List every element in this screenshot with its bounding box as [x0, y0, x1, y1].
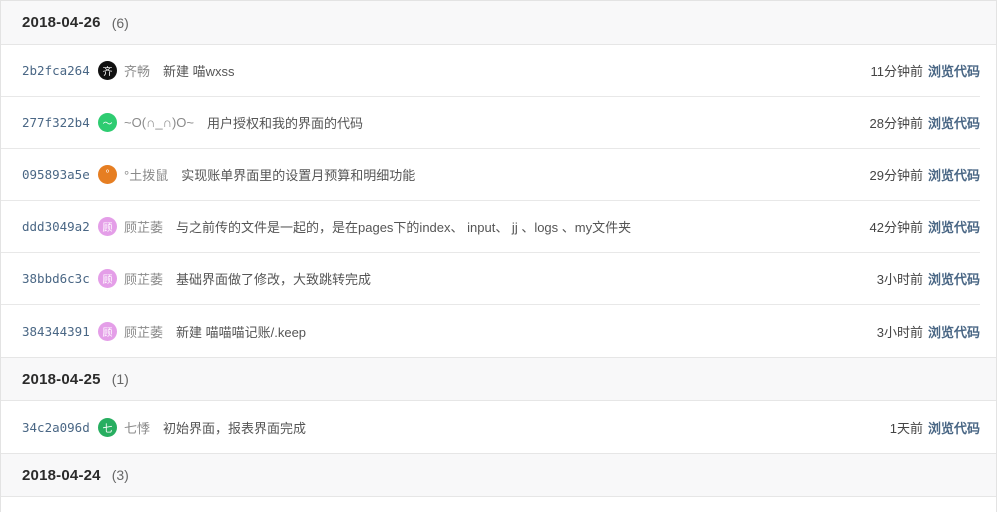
- date-group-header: 2018-04-26 (6): [1, 1, 996, 45]
- commit-message[interactable]: 初始界面，报表界面完成: [163, 418, 306, 437]
- author-name[interactable]: 顾芷萎: [124, 217, 163, 236]
- date-group-header: 2018-04-24 (3): [1, 453, 996, 497]
- group-count: (1): [111, 371, 129, 387]
- browse-code-link[interactable]: 浏览代码: [928, 61, 980, 80]
- author-name[interactable]: ~O(∩_∩)O~: [124, 115, 194, 130]
- browse-code-link[interactable]: 浏览代码: [928, 269, 980, 288]
- commit-row: 384344391 顾 顾芷萎 新建 喵喵喵记账/.keep 3小时前 浏览代码: [1, 305, 980, 357]
- commit-message[interactable]: 用户授权和我的界面的代码: [207, 113, 363, 132]
- commit-time: 3小时前: [876, 324, 923, 340]
- group-date: 2018-04-24: [22, 466, 101, 484]
- browse-code-link[interactable]: 浏览代码: [928, 113, 980, 132]
- browse-code-link[interactable]: 浏览代码: [928, 322, 980, 341]
- commit-row: 095893a5e ° °土拨鼠 实现账单界面里的设置月预算和明细功能 29分钟…: [1, 149, 980, 201]
- browse-code-link[interactable]: 浏览代码: [928, 217, 980, 236]
- commit-message[interactable]: 新建 喵wxss: [163, 61, 235, 80]
- commit-row: 34c2a096d 七 七悸 初始界面，报表界面完成 1天前 浏览代码: [1, 401, 980, 453]
- commit-sha-link[interactable]: 34c2a096d: [22, 420, 98, 435]
- author-avatar[interactable]: 齐: [98, 61, 117, 80]
- commit-sha-link[interactable]: 38bbd6c3c: [22, 271, 98, 286]
- commit-list: 2b2fca264 齐 齐畅 新建 喵wxss 11分钟前 浏览代码 277f3…: [1, 45, 996, 357]
- commit-row: 277f322b4 ～ ~O(∩_∩)O~ 用户授权和我的界面的代码 28分钟前…: [1, 97, 980, 149]
- commit-history: 2018-04-26 (6) 2b2fca264 齐 齐畅 新建 喵wxss 1…: [0, 0, 997, 512]
- commit-time: 11分钟前: [870, 64, 923, 79]
- browse-code-link[interactable]: 浏览代码: [928, 418, 980, 437]
- commit-sha-link[interactable]: 277f322b4: [22, 115, 98, 130]
- author-avatar[interactable]: ～: [98, 113, 117, 132]
- commit-message[interactable]: 与之前传的文件是一起的，是在pages下的index、 input、 jj 、l…: [176, 217, 631, 236]
- commit-row: 2b2fca264 齐 齐畅 新建 喵wxss 11分钟前 浏览代码: [1, 45, 980, 97]
- commit-message[interactable]: 实现账单界面里的设置月预算和明细功能: [181, 165, 415, 184]
- commit-sha-link[interactable]: 095893a5e: [22, 167, 98, 182]
- group-date: 2018-04-26: [22, 14, 101, 31]
- author-avatar[interactable]: 七: [98, 417, 117, 437]
- date-group-header: 2018-04-25 (1): [1, 357, 996, 401]
- commit-row: 38bbd6c3c 顾 顾芷萎 基础界面做了修改，大致跳转完成 3小时前 浏览代…: [1, 253, 980, 305]
- commit-time: 42分钟前: [869, 220, 923, 235]
- author-name[interactable]: 顾芷萎: [124, 269, 163, 288]
- author-avatar[interactable]: 顾: [98, 217, 117, 236]
- commit-message[interactable]: 基础界面做了修改，大致跳转完成: [176, 269, 371, 288]
- commit-row: ddd3049a2 顾 顾芷萎 与之前传的文件是一起的，是在pages下的ind…: [1, 201, 980, 253]
- commit-time: 3小时前: [876, 272, 923, 287]
- commit-sha-link[interactable]: 2b2fca264: [22, 63, 98, 78]
- author-name[interactable]: 齐畅: [124, 61, 150, 80]
- commit-time: 29分钟前: [869, 168, 923, 183]
- commit-message[interactable]: 新建 喵喵喵记账/.keep: [176, 322, 306, 341]
- author-name[interactable]: 顾芷萎: [124, 322, 163, 341]
- author-avatar[interactable]: 顾: [98, 321, 117, 341]
- commit-time: 1天前: [889, 420, 923, 436]
- author-name[interactable]: °土拨鼠: [124, 165, 168, 184]
- author-avatar[interactable]: 顾: [98, 269, 117, 288]
- group-date: 2018-04-25: [22, 370, 101, 388]
- group-count: (3): [111, 467, 129, 483]
- commit-time: 28分钟前: [869, 116, 923, 131]
- commit-sha-link[interactable]: 384344391: [22, 324, 98, 339]
- commit-sha-link[interactable]: ddd3049a2: [22, 219, 98, 234]
- author-name[interactable]: 七悸: [124, 418, 150, 437]
- author-avatar[interactable]: °: [98, 165, 117, 184]
- group-count: (6): [111, 14, 129, 31]
- commit-list: 34c2a096d 七 七悸 初始界面，报表界面完成 1天前 浏览代码: [1, 401, 996, 453]
- browse-code-link[interactable]: 浏览代码: [928, 165, 980, 184]
